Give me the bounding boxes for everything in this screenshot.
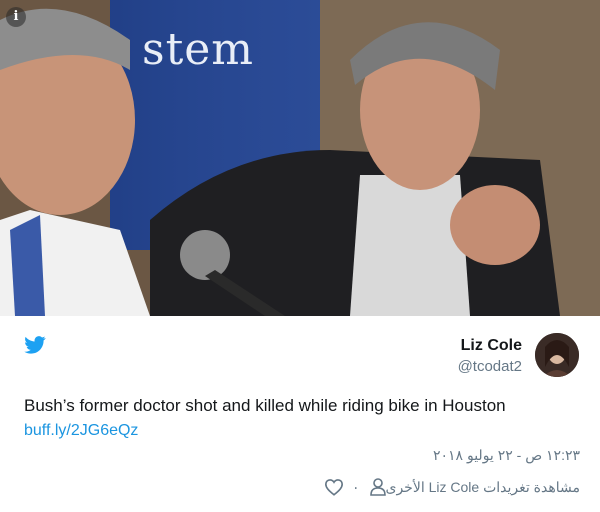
- banner-text: stem: [142, 24, 255, 75]
- more-tweets-link[interactable]: مشاهدة تغريدات Liz Cole الأخرى: [386, 479, 581, 496]
- tweet-actions: ٠ مشاهدة تغريدات Liz Cole الأخرى: [320, 478, 580, 496]
- heart-icon[interactable]: [324, 478, 344, 496]
- like-count: ٠: [351, 478, 360, 495]
- twitter-bird-icon[interactable]: [24, 336, 46, 354]
- tweet-link[interactable]: buff.ly/2JG6eQz: [24, 422, 138, 440]
- tweet-timestamp[interactable]: ١٢:٢٣ ص - ٢٢ يوليو ٢٠١٨: [433, 447, 580, 464]
- tweet-card[interactable]: Liz Cole @tcodat2 Bush’s former doctor s…: [0, 316, 600, 512]
- user-name[interactable]: Liz Cole: [461, 337, 522, 355]
- avatar[interactable]: [535, 333, 579, 377]
- info-icon[interactable]: i: [6, 7, 26, 27]
- person-icon: [369, 478, 386, 496]
- user-handle[interactable]: @tcodat2: [458, 358, 522, 375]
- tweet-photo[interactable]: stem i: [0, 0, 600, 316]
- avatar-image: [535, 333, 579, 377]
- tweet-text: Bush’s former doctor shot and killed whi…: [24, 396, 506, 415]
- photo-scene: [0, 0, 600, 316]
